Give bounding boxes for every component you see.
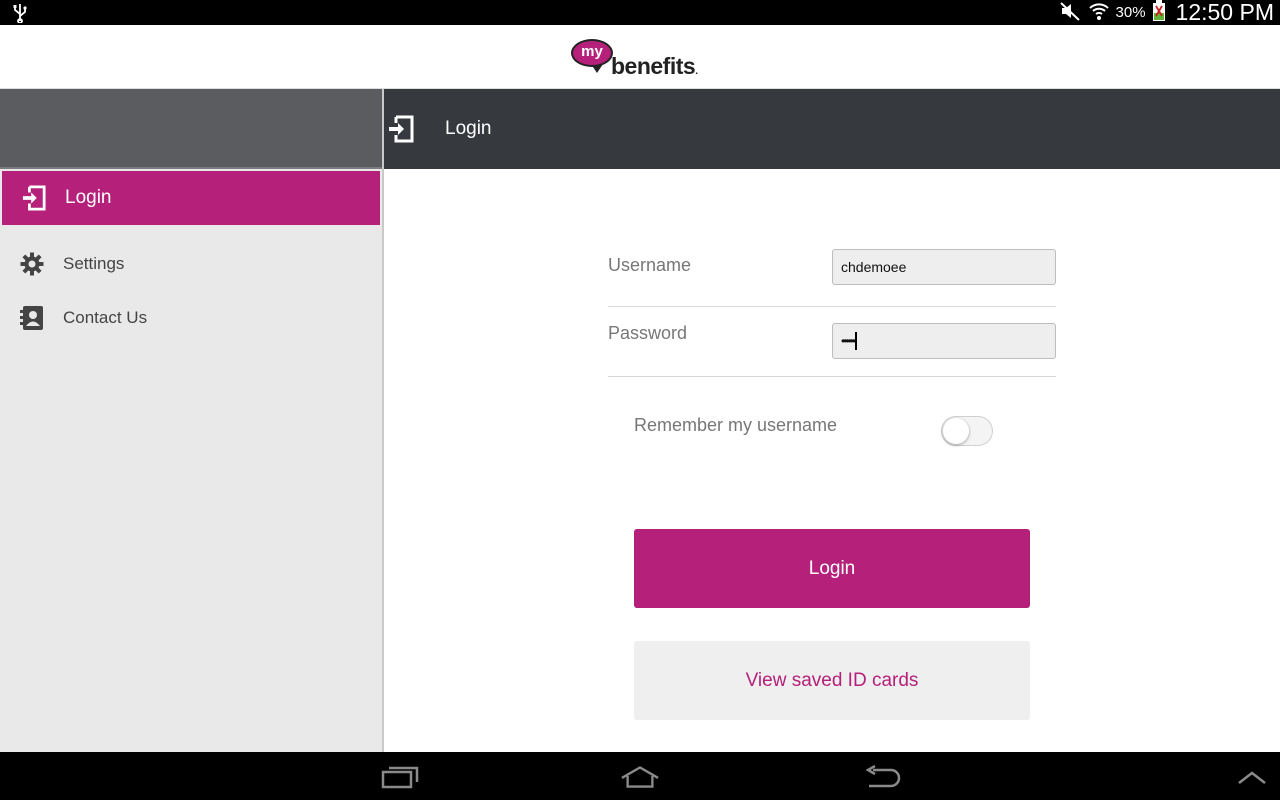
usb-icon (12, 3, 28, 27)
sidebar-item-label: Settings (63, 254, 125, 273)
username-value: chdemoee (841, 259, 907, 275)
system-nav-bar (0, 752, 1280, 800)
password-label: Password (608, 323, 688, 343)
text-cursor (855, 332, 858, 350)
page-header: Login (384, 89, 1280, 169)
sidebar-item-settings[interactable]: Settings (0, 237, 382, 291)
status-bar: 30% 12:50 PM (0, 0, 1280, 25)
up-chevron-icon[interactable] (1232, 764, 1272, 790)
toggle-knob (943, 418, 969, 444)
remember-username-label: Remember my username (634, 415, 838, 435)
page-title: Login (445, 118, 492, 139)
status-icons: 30% 12:50 PM (1058, 0, 1274, 25)
battery-percent: 30% (1115, 4, 1146, 21)
mute-icon (1058, 1, 1082, 25)
login-button[interactable]: Login (634, 529, 1030, 608)
clock: 12:50 PM (1175, 0, 1274, 25)
username-field[interactable]: chdemoee (832, 249, 1056, 285)
view-saved-id-cards-button[interactable]: View saved ID cards (634, 641, 1030, 720)
logo-bar: my benefits. (0, 25, 1280, 89)
home-icon[interactable] (620, 764, 660, 790)
sidebar-item-contact-us[interactable]: Contact Us (0, 291, 382, 345)
wifi-icon (1088, 1, 1110, 25)
sidebar-item-label: Contact Us (63, 308, 148, 327)
logo-word: benefits. (611, 53, 698, 79)
battery-icon (1152, 0, 1166, 26)
password-value: •••••• (841, 334, 856, 348)
sidebar-item-label: Login (65, 187, 112, 208)
sidebar: Login Settings Contact Us (0, 89, 384, 752)
password-field[interactable]: •••••• (832, 323, 1056, 359)
sidebar-header (0, 89, 382, 169)
username-label: Username (608, 255, 692, 275)
back-icon[interactable] (862, 764, 902, 790)
login-form: Username chdemoee Password •••••• Rememb… (384, 169, 1280, 752)
password-row: Password •••••• (608, 307, 1056, 377)
app-logo: my benefits. (571, 37, 711, 81)
gear-icon (20, 252, 44, 276)
username-row: Username chdemoee (608, 249, 1056, 307)
contacts-icon (20, 306, 44, 330)
recent-apps-icon[interactable] (380, 764, 420, 790)
remember-username-toggle[interactable] (941, 416, 993, 446)
sidebar-item-login[interactable]: Login (2, 171, 380, 225)
login-icon (388, 115, 414, 147)
logo-bubble: my (571, 39, 613, 67)
login-icon (22, 185, 46, 211)
